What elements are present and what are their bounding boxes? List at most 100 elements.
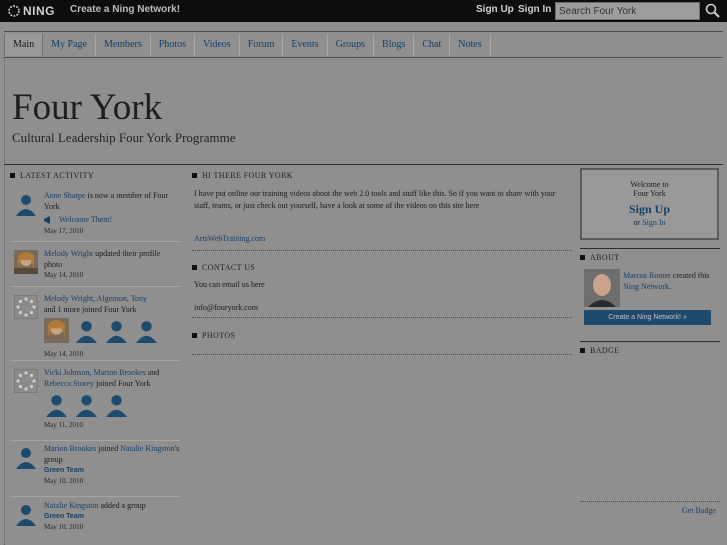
activity-actor-link[interactable]: Melody Wright [44, 249, 93, 258]
tab-notes[interactable]: Notes [450, 34, 491, 56]
about-text: created this [670, 271, 710, 280]
tab-blogs[interactable]: Blogs [374, 34, 415, 56]
search-icon[interactable] [704, 2, 722, 20]
activity-text: and [145, 368, 160, 377]
activity-actor-link[interactable]: Melody Wright, Algernon, Tony [44, 294, 147, 303]
welcome-sign-up-link[interactable]: Sign Up [582, 202, 717, 217]
welcome-line: Welcome to [630, 180, 669, 189]
bullet-icon [10, 172, 15, 178]
tab-main[interactable]: Main [4, 34, 44, 56]
activity-text: joined [96, 444, 121, 453]
activity-divider [10, 360, 180, 361]
tab-my-page[interactable]: My Page [43, 34, 96, 56]
activity-date: May 14, 2010 [44, 271, 84, 279]
about-heading-text: ABOUT [590, 252, 620, 262]
get-badge-link[interactable]: Get Badge [682, 506, 716, 515]
hi-there-heading-text: HI THERE FOUR YORK [202, 170, 293, 180]
tab-chat[interactable]: Chat [414, 34, 451, 56]
activity-actor-link[interactable]: Natalie Kingston [44, 501, 98, 510]
activity-date: May 10, 2010 [44, 477, 84, 485]
activity-date: May 10, 2010 [44, 523, 84, 531]
network-icon [14, 295, 38, 319]
welcome-box: Welcome to Four York Sign Up or Sign In [580, 168, 719, 240]
welcome-network-name: Four York [633, 189, 666, 198]
main-column: HI THERE FOUR YORK I have put online our… [192, 168, 572, 355]
site-title[interactable]: Four York [12, 86, 162, 130]
activity-divider [10, 440, 180, 441]
badge-heading-text: BADGE [590, 345, 620, 355]
logo-text: NING [23, 4, 55, 18]
activity-actor-link[interactable]: Marion Brookes [44, 444, 96, 453]
tab-forum[interactable]: Forum [240, 34, 284, 56]
create-network-link[interactable]: Create a Ning Network! [70, 4, 180, 15]
hi-there-heading: HI THERE FOUR YORK [192, 168, 572, 182]
contact-line: You can email us here [194, 280, 265, 289]
contact-us-heading-text: CONTACT US [202, 262, 256, 272]
bullet-icon [192, 172, 197, 178]
activity-text: added a group [98, 501, 146, 510]
ning-network-link[interactable]: Ning Network. [623, 282, 671, 291]
network-icon [14, 369, 38, 393]
ning-logo-icon [8, 5, 20, 17]
about-heading: ABOUT [580, 250, 620, 264]
activity-actor-link[interactable]: Natalie Kingston [120, 444, 174, 453]
about-divider [580, 248, 720, 249]
arts-web-training-link[interactable]: ArtsWebTraining.com [194, 234, 265, 243]
group-link[interactable]: Green Team [44, 511, 180, 522]
latest-activity-heading: LATEST ACTIVITY [10, 168, 180, 182]
activity-actor-link[interactable]: Rebecca Storey [44, 379, 94, 388]
creator-photo[interactable] [584, 269, 620, 307]
create-ning-network-button[interactable]: Create a Ning Network! » [584, 310, 711, 325]
ning-logo[interactable]: NING [8, 4, 55, 18]
section-divider [192, 250, 572, 251]
welcome-sign-in-link[interactable]: Sign In [642, 218, 665, 227]
contact-email: info@fouryork.com [194, 303, 259, 312]
member-avatar-icon[interactable] [74, 392, 99, 417]
activity-date: May 11, 2010 [44, 421, 83, 429]
member-avatar-icon[interactable] [134, 318, 159, 343]
member-photo[interactable] [14, 250, 38, 274]
activity-text: joined Four York [93, 379, 151, 388]
member-avatar-icon[interactable] [104, 318, 129, 343]
tab-photos[interactable]: Photos [151, 34, 195, 56]
member-avatar-icon[interactable] [104, 392, 129, 417]
badge-heading: BADGE [580, 343, 620, 357]
bullet-icon [580, 254, 585, 260]
group-link[interactable]: Green Team [44, 465, 180, 476]
top-bar: NING Create a Ning Network! Sign Up Sign… [0, 0, 727, 22]
tab-events[interactable]: Events [283, 34, 328, 56]
latest-activity-module: LATEST ACTIVITY Anne Sharpe is now a mem… [10, 168, 180, 531]
tab-members[interactable]: Members [96, 34, 151, 56]
welcome-them-link[interactable]: Welcome Them! [59, 214, 112, 225]
badge-divider [580, 341, 720, 342]
activity-divider [10, 496, 180, 497]
site-tagline: Cultural Leadership Four York Programme [12, 130, 236, 145]
photos-heading-text: PHOTOS [202, 330, 236, 340]
member-avatar-icon[interactable] [14, 445, 38, 469]
member-avatar-icon[interactable] [74, 318, 99, 343]
megaphone-icon [44, 215, 50, 224]
sign-up-link[interactable]: Sign Up [476, 4, 514, 15]
creator-name-link[interactable]: Marcus Romer [623, 271, 671, 280]
activity-date: May 14, 2010 [44, 350, 84, 358]
sign-in-link[interactable]: Sign In [518, 4, 551, 15]
activity-actor-link[interactable]: Vicki Johnson, Marion Brookes [44, 368, 146, 377]
activity-actor-link[interactable]: Anne Sharpe [44, 191, 86, 200]
page-left-border [4, 58, 5, 545]
tab-groups[interactable]: Groups [328, 34, 375, 56]
member-thumbnails [44, 318, 180, 343]
activity-text: and 1 more joined Four York [44, 305, 137, 314]
bullet-icon [580, 347, 585, 353]
member-avatar-icon[interactable] [44, 392, 69, 417]
section-divider [192, 354, 572, 355]
member-photo[interactable] [44, 318, 69, 343]
activity-divider [10, 241, 180, 242]
member-avatar-icon[interactable] [14, 502, 38, 526]
member-thumbnails [44, 392, 180, 417]
photos-heading: PHOTOS [192, 328, 235, 342]
member-avatar-icon[interactable] [14, 192, 38, 216]
header-divider [4, 164, 723, 165]
hi-there-body: I have put online our training videos ab… [194, 189, 556, 210]
search-input[interactable] [555, 2, 700, 20]
tab-videos[interactable]: Videos [195, 34, 240, 56]
